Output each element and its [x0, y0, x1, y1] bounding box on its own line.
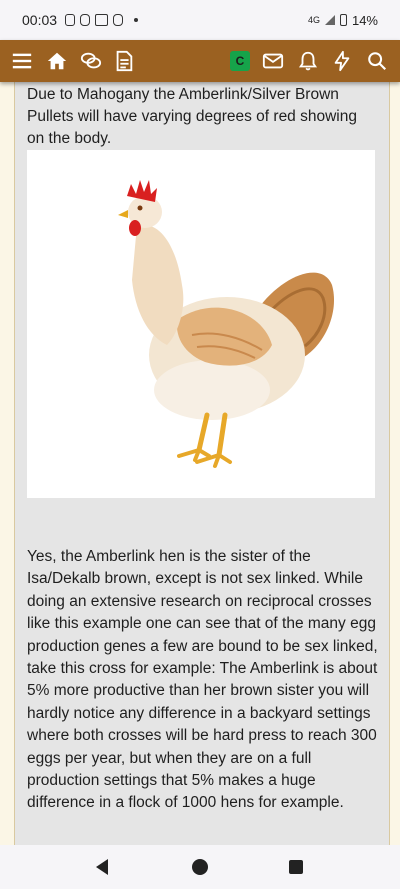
status-bar: 00:03 4G 14%: [0, 0, 400, 40]
menu-icon[interactable]: [10, 49, 34, 73]
search-icon[interactable]: [365, 49, 389, 73]
instagram-icon: [80, 14, 91, 26]
app-toolbar: C: [0, 40, 400, 82]
post-paragraph-2: Yes, the Amberlink hen is the sister of …: [27, 548, 378, 812]
conversation-badge-label: C: [235, 54, 245, 68]
post-content: Due to Mahogany the Amberlink/Silver Bro…: [14, 82, 390, 845]
status-right: 4G 14%: [308, 13, 378, 28]
status-time: 00:03: [22, 12, 58, 28]
sim-alert-icon: [65, 14, 76, 26]
system-nav-bar: [0, 845, 400, 889]
home-icon[interactable]: [45, 49, 69, 73]
white-hen-illustration: [118, 180, 335, 468]
battery-icon: [339, 14, 347, 26]
bell-icon[interactable]: [296, 49, 320, 73]
gmail-icon: [95, 14, 109, 26]
chat-icon[interactable]: [79, 49, 103, 73]
document-icon[interactable]: [112, 49, 136, 73]
bolt-icon[interactable]: [330, 49, 354, 73]
home-circle-icon[interactable]: [191, 857, 209, 877]
dot-icon: [134, 18, 139, 22]
network-type: 4G: [307, 15, 320, 25]
recents-icon[interactable]: [288, 857, 304, 877]
mail-icon[interactable]: [261, 49, 285, 73]
instagram-icon: [113, 14, 124, 26]
post-paragraph-1: Due to Mahogany the Amberlink/Silver Bro…: [27, 86, 357, 147]
signal-icon: [324, 15, 335, 25]
back-icon[interactable]: [93, 857, 111, 877]
notification-icons: [65, 14, 139, 26]
hen-image: [27, 150, 375, 498]
conversation-icon[interactable]: C: [230, 51, 250, 71]
battery-level: 14%: [351, 12, 378, 28]
